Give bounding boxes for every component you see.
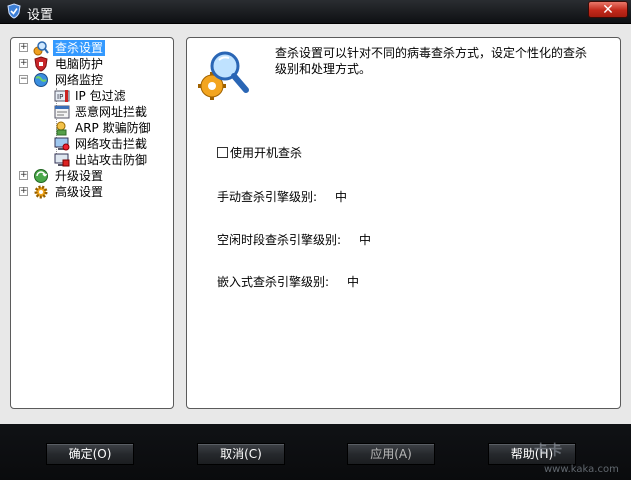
tree-item-arp-defense[interactable]: ARP 欺骗防御 xyxy=(11,120,173,136)
ok-button[interactable]: 确定(O) xyxy=(46,443,134,465)
tree-item-ip-filter[interactable]: IP IP 包过滤 xyxy=(11,88,173,104)
tree-item-network-monitor[interactable]: − 网络监控 xyxy=(11,72,173,88)
section-description: 查杀设置可以针对不同的病毒查杀方式，设定个性化的查杀级别和处理方式。 xyxy=(275,46,588,76)
advanced-gear-icon xyxy=(34,185,48,199)
tree-item-url-block[interactable]: 恶意网址拦截 xyxy=(11,104,173,120)
tree-item-label: 恶意网址拦截 xyxy=(75,105,148,119)
collapse-toggle[interactable]: − xyxy=(19,75,28,84)
ip-filter-icon: IP xyxy=(54,90,70,102)
tree-item-label: 网络攻击拦截 xyxy=(75,137,148,151)
magnifier-gear-icon xyxy=(33,41,49,56)
tree-item-pc-protection[interactable]: + 电脑防护 xyxy=(11,56,173,72)
tree-item-label: 高级设置 xyxy=(55,185,104,199)
expand-toggle[interactable]: + xyxy=(19,187,28,196)
tree-item-label: ARP 欺骗防御 xyxy=(75,121,151,135)
tree-item-label: 升级设置 xyxy=(55,169,104,183)
shield-icon xyxy=(34,56,48,72)
tree-item-label: 查杀设置 xyxy=(53,40,106,56)
tree-item-label: 网络监控 xyxy=(55,73,104,87)
tree-item-scan-settings[interactable]: + 查杀设置 xyxy=(11,40,173,56)
embedded-scan-level-label: 嵌入式查杀引擎级别: xyxy=(217,275,330,289)
manual-scan-level-value[interactable]: 中 xyxy=(335,188,347,205)
tree-item-update-settings[interactable]: + 升级设置 xyxy=(11,168,173,184)
tree-item-outbound-defense[interactable]: 出站攻击防御 xyxy=(11,152,173,168)
site-watermark: 卡卡 www.kaka.com xyxy=(534,442,619,475)
client-area: + 查杀设置 + 电脑防护 − 网络监控 IP IP 包过滤 恶意网址拦截 AR… xyxy=(0,24,631,424)
apply-button[interactable]: 应用(A) xyxy=(347,443,435,465)
close-button[interactable]: ✕ xyxy=(588,1,628,18)
arp-defense-icon xyxy=(56,121,67,136)
boot-scan-label[interactable]: 使用开机查杀 xyxy=(230,144,302,161)
tree-item-advanced-settings[interactable]: + 高级设置 xyxy=(11,184,173,200)
idle-scan-level-value[interactable]: 中 xyxy=(359,231,371,248)
window-title: 设置 xyxy=(27,8,54,23)
outbound-defense-icon xyxy=(54,153,70,167)
scan-settings-icon xyxy=(198,51,249,100)
tree-item-label: 电脑防护 xyxy=(55,57,104,71)
globe-icon xyxy=(34,73,48,87)
embedded-scan-level-value[interactable]: 中 xyxy=(347,273,359,290)
settings-content: 查杀设置可以针对不同的病毒查杀方式，设定个性化的查杀级别和处理方式。 使用开机查… xyxy=(186,37,621,409)
update-globe-icon xyxy=(34,169,48,183)
cancel-button[interactable]: 取消(C) xyxy=(197,443,285,465)
watermark-url: www.kaka.com xyxy=(544,464,619,475)
watermark-logo: 卡卡 xyxy=(534,442,562,459)
attack-block-icon xyxy=(54,137,70,151)
manual-scan-level-label: 手动查杀引擎级别: xyxy=(217,190,318,204)
tree-item-label: IP 包过滤 xyxy=(75,89,126,103)
tree-item-label: 出站攻击防御 xyxy=(75,153,148,167)
expand-toggle[interactable]: + xyxy=(19,171,28,180)
button-bar: 确定(O) 取消(C) 应用(A) 帮助(H) 卡卡 www.kaka.com xyxy=(0,424,631,480)
tree-item-attack-block[interactable]: 网络攻击拦截 xyxy=(11,136,173,152)
title-bar: 设置 ✕ xyxy=(0,0,631,24)
close-icon: ✕ xyxy=(602,2,614,18)
idle-scan-level-label: 空闲时段查杀引擎级别: xyxy=(217,233,342,247)
shield-logo-icon xyxy=(7,3,21,19)
settings-tree: + 查杀设置 + 电脑防护 − 网络监控 IP IP 包过滤 恶意网址拦截 AR… xyxy=(10,37,174,409)
boot-scan-checkbox[interactable] xyxy=(217,147,228,158)
expand-toggle[interactable]: + xyxy=(19,43,28,52)
url-block-icon xyxy=(54,105,70,119)
expand-toggle[interactable]: + xyxy=(19,59,28,68)
svg-text:IP: IP xyxy=(57,93,63,101)
